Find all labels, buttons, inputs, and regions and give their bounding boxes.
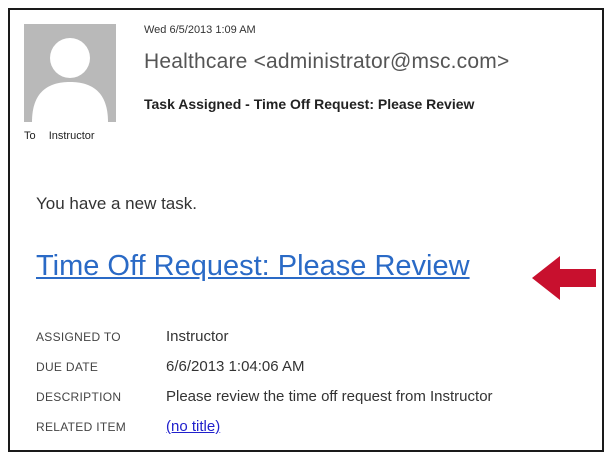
- task-link[interactable]: Time Off Request: Please Review: [36, 250, 470, 283]
- detail-label: ASSIGNED TO: [36, 330, 121, 344]
- sent-date: Wed 6/5/2013 1:09 AM: [144, 24, 256, 36]
- detail-value: 6/6/2013 1:04:06 AM: [166, 358, 305, 375]
- intro-text: You have a new task.: [36, 194, 197, 213]
- detail-label: DESCRIPTION: [36, 390, 122, 404]
- avatar: [24, 24, 116, 122]
- email-frame: To Instructor Wed 6/5/2013 1:09 AM Healt…: [8, 8, 604, 452]
- to-value: Instructor: [48, 130, 95, 142]
- left-arrow-icon: [532, 254, 596, 307]
- person-silhouette-icon: [24, 24, 116, 122]
- detail-value: Please review the time off request from …: [166, 388, 493, 405]
- subject-line: Task Assigned - Time Off Request: Please…: [144, 96, 475, 112]
- sender-address[interactable]: Healthcare <administrator@msc.com>: [144, 50, 509, 74]
- detail-value: (no title): [166, 418, 220, 435]
- detail-label: RELATED ITEM: [36, 420, 127, 434]
- related-item-link[interactable]: (no title): [166, 418, 220, 435]
- detail-value: Instructor: [166, 328, 229, 345]
- detail-label: DUE DATE: [36, 360, 99, 374]
- to-label: To: [24, 130, 36, 142]
- recipient-line: To Instructor: [24, 130, 95, 142]
